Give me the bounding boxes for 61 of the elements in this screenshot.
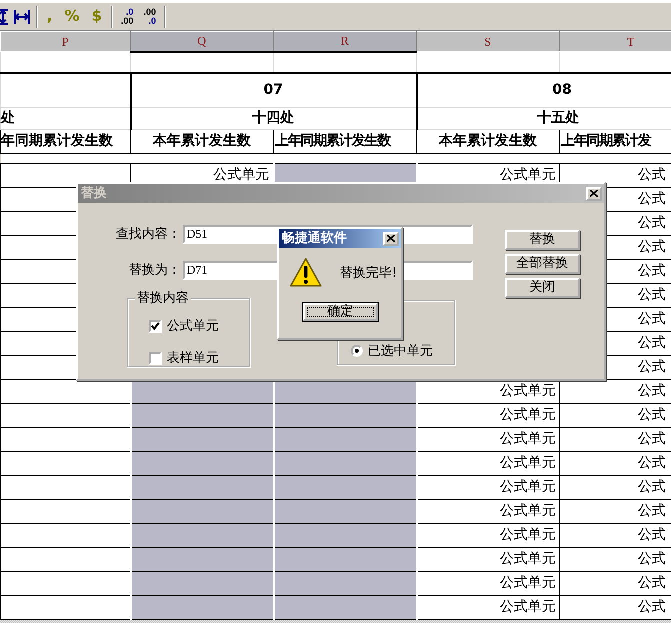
checkbox[interactable] bbox=[149, 320, 162, 334]
close-button[interactable] bbox=[383, 232, 399, 246]
table-cell: 公式 bbox=[560, 164, 671, 188]
decimal-button[interactable]: .00 .0 bbox=[142, 8, 158, 26]
table-cell: 公式单元 bbox=[416, 500, 560, 524]
close-icon bbox=[590, 190, 598, 197]
group-name: 处 bbox=[0, 108, 130, 130]
format-button[interactable]: % bbox=[62, 9, 83, 24]
field-label: 查找内容： bbox=[115, 226, 182, 244]
table-cell: 公式单元 bbox=[416, 548, 560, 572]
group-name: 十五处 bbox=[416, 108, 671, 130]
table-cell: 公式 bbox=[560, 452, 671, 476]
dialog-button[interactable]: 替换 bbox=[505, 230, 580, 250]
format-button[interactable]: , bbox=[44, 9, 56, 24]
table-cell: 公式单元 bbox=[416, 596, 560, 620]
group-name: 十四处 bbox=[130, 108, 416, 130]
dialog-button[interactable]: 关闭 bbox=[505, 278, 580, 298]
window-title: 替换 bbox=[81, 184, 107, 203]
group-code: 08 bbox=[416, 72, 671, 108]
option-label: 公式单元 bbox=[167, 318, 219, 336]
column-header[interactable]: R bbox=[274, 32, 416, 52]
warning-icon bbox=[290, 258, 322, 288]
table-cell: 公式 bbox=[560, 404, 671, 428]
option-label: 已选中单元 bbox=[368, 342, 433, 360]
radio-button[interactable] bbox=[351, 345, 363, 358]
column-header[interactable]: P bbox=[0, 32, 130, 52]
row-height-icon[interactable] bbox=[0, 8, 8, 24]
message-text: 替换完毕! bbox=[340, 265, 398, 284]
checkbox[interactable] bbox=[149, 352, 162, 365]
table-cell: 公式单元 bbox=[416, 452, 560, 476]
format-button[interactable]: $ bbox=[88, 9, 106, 24]
table-cell: 公式 bbox=[560, 524, 671, 548]
decimal-button[interactable]: .0 .00 bbox=[119, 8, 136, 26]
table-cell: 公式 bbox=[560, 428, 671, 452]
column-title: 年同期累计发生数 bbox=[0, 130, 130, 154]
table-cell: 公式单元 bbox=[416, 572, 560, 596]
column-title: 本年累计发生数 bbox=[130, 130, 274, 154]
table-cell: 公式单元 bbox=[416, 476, 560, 500]
table-cell: 公式单元 bbox=[416, 524, 560, 548]
column-title: 上年同期累计发生数 bbox=[274, 130, 416, 154]
table-cell: 公式 bbox=[560, 572, 671, 596]
group-title: 替换内容 bbox=[135, 291, 191, 307]
table-cell: 公式单元 bbox=[416, 428, 560, 452]
table-cell: 公式 bbox=[560, 548, 671, 572]
table-cell: 公式单元 bbox=[416, 404, 560, 428]
column-header[interactable]: S bbox=[416, 32, 560, 52]
column-header[interactable]: T bbox=[560, 32, 671, 52]
close-button[interactable] bbox=[586, 186, 602, 200]
table-cell: 公式 bbox=[560, 476, 671, 500]
table-cell: 公式 bbox=[560, 500, 671, 524]
close-icon bbox=[387, 235, 395, 242]
dialog-button[interactable]: 全部替换 bbox=[505, 254, 580, 274]
column-width-icon[interactable] bbox=[14, 10, 30, 24]
option-label: 表样单元 bbox=[167, 350, 219, 368]
table-cell: 公式 bbox=[560, 596, 671, 620]
column-title: 上年同期累计发 bbox=[560, 130, 671, 154]
field-label: 替换为： bbox=[128, 262, 182, 280]
group-code: 07 bbox=[130, 72, 416, 108]
table-cell: 公式 bbox=[560, 380, 671, 404]
column-title: 本年累计发生数 bbox=[416, 130, 560, 154]
column-header[interactable]: Q bbox=[130, 32, 274, 52]
